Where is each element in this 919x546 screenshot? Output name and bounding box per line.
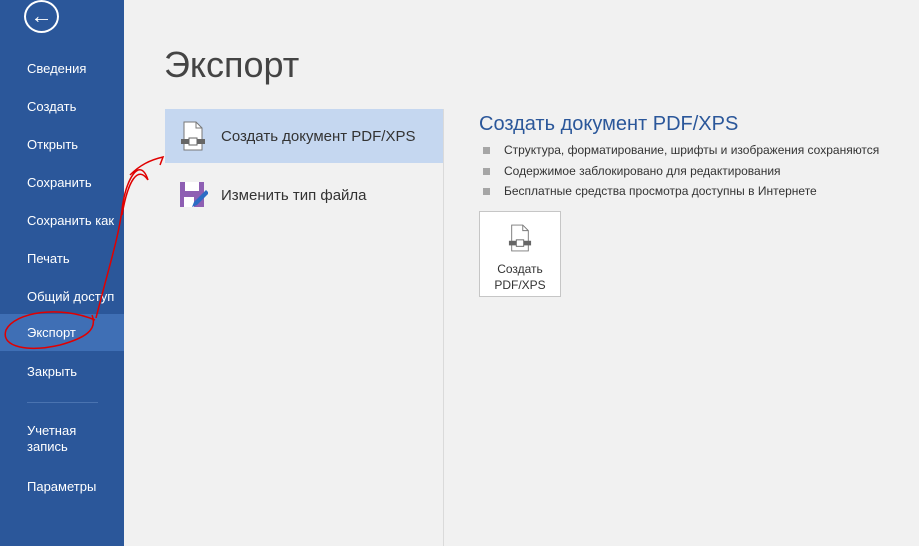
pdf-document-icon (165, 121, 221, 151)
nav-save[interactable]: Сохранить (0, 164, 124, 201)
nav-share[interactable]: Общий доступ (0, 278, 124, 315)
create-pdf-xps-button[interactable]: Создать PDF/XPS (479, 211, 561, 297)
nav-open[interactable]: Открыть (0, 126, 124, 163)
option-label: Изменить тип файла (221, 186, 367, 204)
nav-close[interactable]: Закрыть (0, 353, 124, 390)
red-annotation-drawing (4, 155, 165, 349)
bullet-item: Содержимое заблокировано для редактирова… (483, 164, 781, 178)
bullet-item: Бесплатные средства просмотра доступны в… (483, 184, 817, 198)
arrow-left-icon: ← (30, 3, 53, 28)
detail-heading: Создать документ PDF/XPS (479, 113, 739, 135)
panel-divider (443, 109, 444, 546)
pdf-document-icon (480, 224, 560, 257)
nav-info[interactable]: Сведения (0, 50, 124, 87)
backstage-sidebar: ← Сведения Создать Открыть Сохранить Сох… (0, 0, 124, 546)
option-label: Создать документ PDF/XPS (221, 127, 416, 145)
option-create-pdf-xps[interactable]: Создать документ PDF/XPS (165, 109, 443, 163)
nav-print[interactable]: Печать (0, 240, 124, 277)
bullet-icon (483, 146, 490, 154)
nav-options[interactable]: Параметры (0, 468, 124, 505)
back-button[interactable]: ← (24, 0, 59, 33)
nav-account[interactable]: Учетная запись (0, 420, 90, 460)
nav-save-as[interactable]: Сохранить как (0, 202, 124, 239)
nav-new[interactable]: Создать (0, 88, 124, 125)
page-title: Экспорт (164, 44, 300, 85)
save-edit-icon (165, 180, 221, 210)
bullet-item: Структура, форматирование, шрифты и изоб… (483, 143, 879, 157)
bullet-icon (483, 167, 490, 175)
option-change-file-type[interactable]: Изменить тип файла (165, 168, 443, 222)
nav-export[interactable]: Экспорт (0, 314, 124, 351)
sidebar-divider (27, 402, 98, 403)
bullet-icon (483, 187, 490, 195)
